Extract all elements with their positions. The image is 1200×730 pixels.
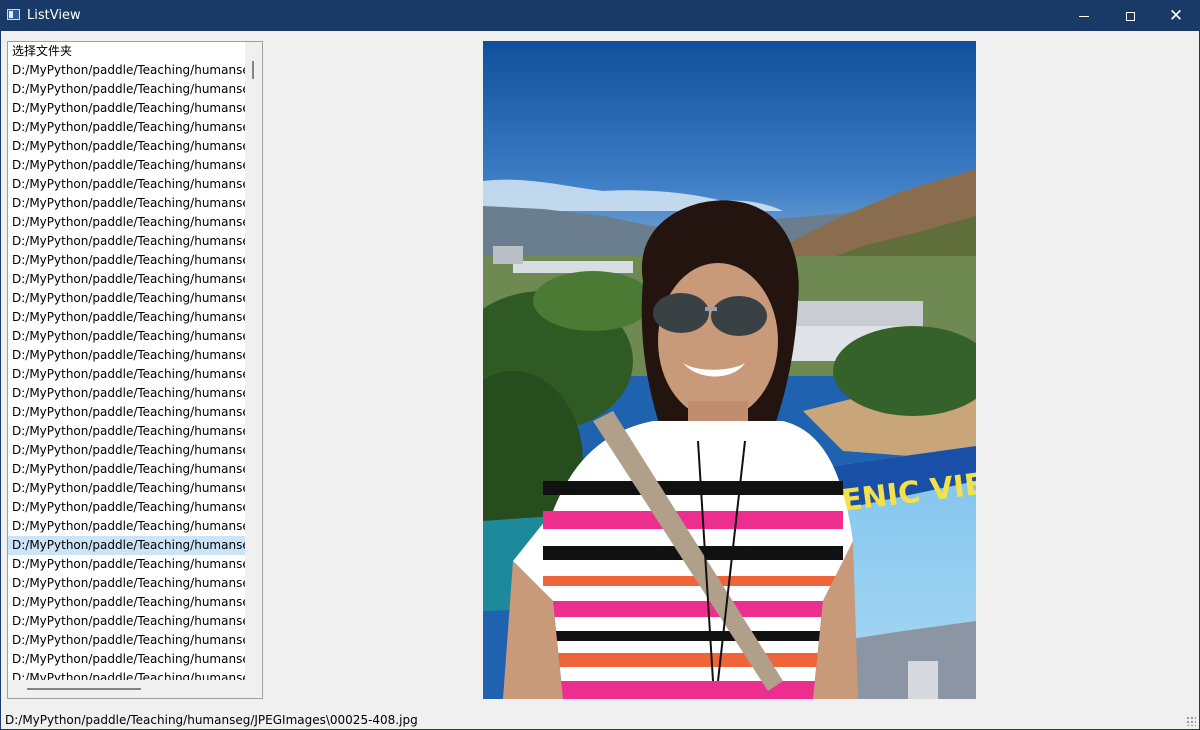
list-item[interactable]: D:/MyPython/paddle/Teaching/humanseg/JPE…: [8, 593, 245, 612]
list-item[interactable]: D:/MyPython/paddle/Teaching/humanseg/JPE…: [8, 232, 245, 251]
list-item[interactable]: D:/MyPython/paddle/Teaching/humanseg/JPE…: [8, 631, 245, 650]
list-item[interactable]: D:/MyPython/paddle/Teaching/humanseg/JPE…: [8, 346, 245, 365]
main-window: ListView ✕ 选择文件夹 D:/MyPython/paddle/Teach…: [0, 0, 1200, 730]
minimize-button[interactable]: [1061, 1, 1107, 31]
list-item[interactable]: D:/MyPython/paddle/Teaching/humanseg/JPE…: [8, 669, 245, 680]
list-item[interactable]: D:/MyPython/paddle/Teaching/humanseg/JPE…: [8, 422, 245, 441]
minimize-icon: [1079, 15, 1089, 17]
vertical-scroll-thumb[interactable]: [252, 61, 254, 79]
list-item[interactable]: D:/MyPython/paddle/Teaching/humanseg/JPE…: [8, 308, 245, 327]
window-title: ListView: [27, 8, 81, 23]
list-item[interactable]: D:/MyPython/paddle/Teaching/humanseg/JPE…: [8, 403, 245, 422]
horizontal-scrollbar[interactable]: [8, 680, 262, 698]
list-item[interactable]: D:/MyPython/paddle/Teaching/humanseg/JPE…: [8, 650, 245, 669]
list-item[interactable]: D:/MyPython/paddle/Teaching/humanseg/JPE…: [8, 213, 245, 232]
maximize-icon: [1125, 11, 1135, 21]
file-list[interactable]: 选择文件夹D:/MyPython/paddle/Teaching/humanse…: [8, 42, 245, 680]
list-item[interactable]: D:/MyPython/paddle/Teaching/humanseg/JPE…: [8, 251, 245, 270]
list-item[interactable]: D:/MyPython/paddle/Teaching/humanseg/JPE…: [8, 270, 245, 289]
list-item[interactable]: D:/MyPython/paddle/Teaching/humanseg/JPE…: [8, 99, 245, 118]
vertical-scrollbar[interactable]: [245, 42, 262, 680]
list-item[interactable]: D:/MyPython/paddle/Teaching/humanseg/JPE…: [8, 574, 245, 593]
title-bar[interactable]: ListView ✕: [1, 1, 1199, 31]
list-item[interactable]: D:/MyPython/paddle/Teaching/humanseg/JPE…: [8, 460, 245, 479]
app-window-icon: [7, 9, 20, 20]
list-item[interactable]: D:/MyPython/paddle/Teaching/humanseg/JPE…: [8, 118, 245, 137]
list-item[interactable]: D:/MyPython/paddle/Teaching/humanseg/JPE…: [8, 327, 245, 346]
close-icon: ✕: [1168, 5, 1184, 26]
list-item[interactable]: D:/MyPython/paddle/Teaching/humanseg/JPE…: [8, 61, 245, 80]
list-item[interactable]: D:/MyPython/paddle/Teaching/humanseg/JPE…: [8, 384, 245, 403]
list-item[interactable]: D:/MyPython/paddle/Teaching/humanseg/JPE…: [8, 80, 245, 99]
image-preview: ENIC VIE: [483, 41, 976, 699]
list-item[interactable]: D:/MyPython/paddle/Teaching/humanseg/JPE…: [8, 479, 245, 498]
file-list-view[interactable]: 选择文件夹D:/MyPython/paddle/Teaching/humanse…: [7, 41, 263, 699]
list-item-select-folder[interactable]: 选择文件夹: [8, 42, 245, 61]
photo-of-woman-at-scenic-viewpoint: ENIC VIE: [483, 41, 976, 699]
list-item[interactable]: D:/MyPython/paddle/Teaching/humanseg/JPE…: [8, 365, 245, 384]
list-item[interactable]: D:/MyPython/paddle/Teaching/humanseg/JPE…: [8, 555, 245, 574]
list-item[interactable]: D:/MyPython/paddle/Teaching/humanseg/JPE…: [8, 156, 245, 175]
status-bar-path: D:/MyPython/paddle/Teaching/humanseg/JPE…: [5, 713, 418, 727]
list-item[interactable]: D:/MyPython/paddle/Teaching/humanseg/JPE…: [8, 441, 245, 460]
list-item[interactable]: D:/MyPython/paddle/Teaching/humanseg/JPE…: [8, 536, 245, 555]
list-item[interactable]: D:/MyPython/paddle/Teaching/humanseg/JPE…: [8, 498, 245, 517]
list-item[interactable]: D:/MyPython/paddle/Teaching/humanseg/JPE…: [8, 517, 245, 536]
close-button[interactable]: ✕: [1153, 1, 1199, 31]
list-item[interactable]: D:/MyPython/paddle/Teaching/humanseg/JPE…: [8, 137, 245, 156]
list-item[interactable]: D:/MyPython/paddle/Teaching/humanseg/JPE…: [8, 612, 245, 631]
list-item[interactable]: D:/MyPython/paddle/Teaching/humanseg/JPE…: [8, 175, 245, 194]
list-item[interactable]: D:/MyPython/paddle/Teaching/humanseg/JPE…: [8, 194, 245, 213]
list-item[interactable]: D:/MyPython/paddle/Teaching/humanseg/JPE…: [8, 289, 245, 308]
resize-grip-icon[interactable]: [1186, 716, 1196, 726]
horizontal-scroll-thumb[interactable]: [27, 688, 141, 690]
maximize-button[interactable]: [1107, 1, 1153, 31]
